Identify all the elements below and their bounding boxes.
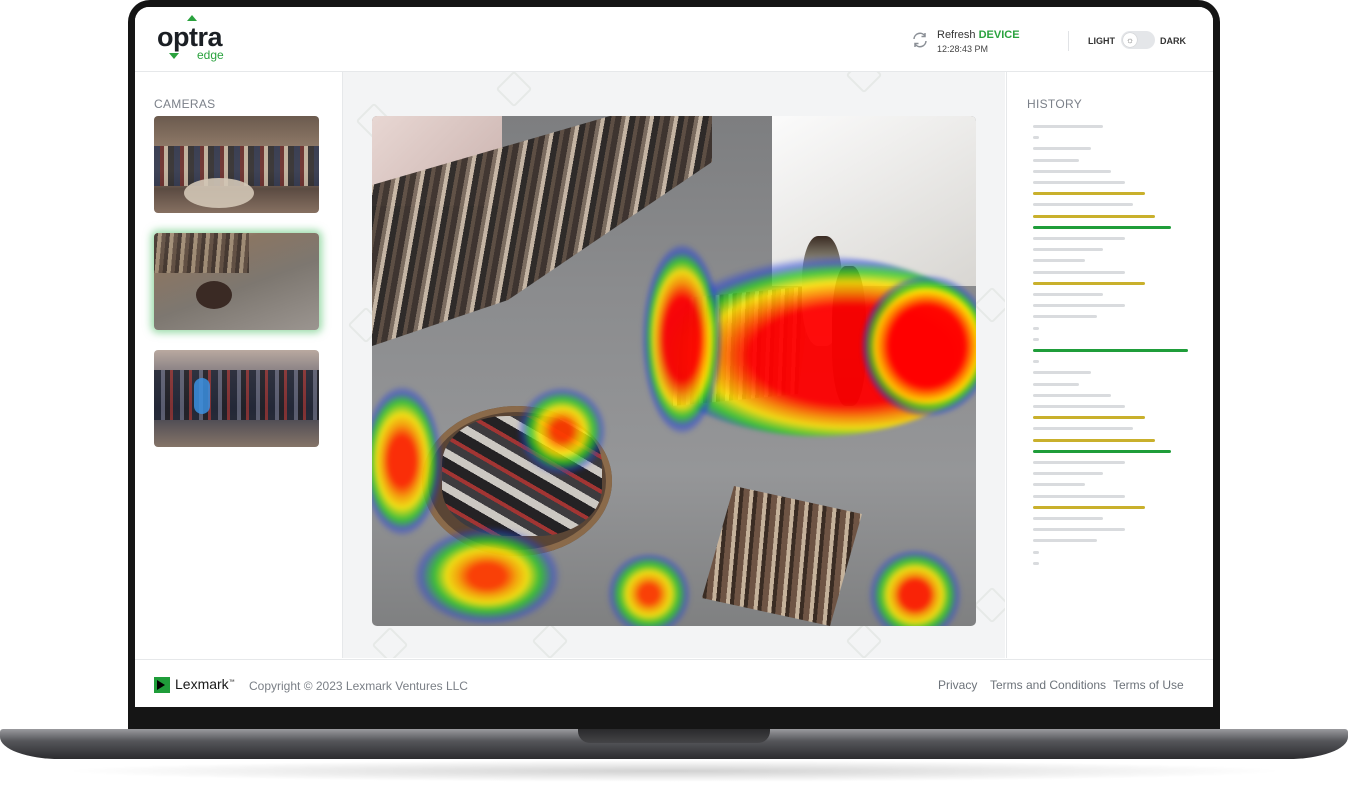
theme-dark-label: DARK <box>1160 36 1186 46</box>
heatmap-zone <box>642 244 722 434</box>
history-entry[interactable] <box>1033 349 1188 352</box>
history-entry[interactable] <box>1033 539 1097 543</box>
terms-of-use-link[interactable]: Terms of Use <box>1113 678 1184 692</box>
history-entry[interactable] <box>1033 203 1133 207</box>
privacy-link[interactable]: Privacy <box>938 678 977 692</box>
history-entry[interactable] <box>1033 416 1145 420</box>
history-entry[interactable] <box>1033 147 1091 151</box>
history-entry[interactable] <box>1033 393 1111 397</box>
history-entry[interactable] <box>1033 483 1085 487</box>
refresh-device-label: DEVICE <box>978 29 1020 41</box>
history-entry[interactable] <box>1033 360 1039 364</box>
lexmark-brand-text: Lexmark <box>175 676 229 692</box>
history-entry[interactable] <box>1033 136 1039 140</box>
main-view <box>343 72 1005 658</box>
heatmap-zone <box>517 386 607 476</box>
logo-down-arrow-icon <box>169 53 179 59</box>
history-entry[interactable] <box>1033 293 1103 296</box>
history-entry[interactable] <box>1033 371 1091 375</box>
history-entry[interactable] <box>1033 248 1103 252</box>
history-entry[interactable] <box>1033 192 1145 196</box>
history-entry[interactable] <box>1033 169 1111 173</box>
history-entry[interactable] <box>1033 304 1125 308</box>
app-header: optra edge Refresh DEVICE 12:28:43 PM LI… <box>135 7 1213 72</box>
cameras-sidebar: CAMERAS <box>135 72 343 658</box>
history-entry[interactable] <box>1033 550 1039 554</box>
history-entry[interactable] <box>1033 427 1133 431</box>
lexmark-logo-icon <box>154 677 170 693</box>
laptop-shadow <box>60 760 1288 782</box>
history-entry[interactable] <box>1033 494 1125 498</box>
heatmap-zone <box>865 550 965 626</box>
hex-decoration <box>973 586 1005 624</box>
history-entry[interactable] <box>1033 472 1103 476</box>
history-entry[interactable] <box>1033 449 1171 453</box>
theme-toggle[interactable]: ☼ <box>1121 31 1155 49</box>
history-entry[interactable] <box>1033 337 1039 341</box>
laptop-notch <box>578 729 770 743</box>
heatmap-zone <box>412 526 562 626</box>
camera-thumbnail-1[interactable] <box>154 116 319 213</box>
history-entry[interactable] <box>1033 326 1039 330</box>
clothing-rack-bottom <box>702 486 862 626</box>
trademark-mark: ™ <box>228 679 235 686</box>
history-sidebar: HISTORY <box>1006 72 1213 658</box>
history-entry[interactable] <box>1033 181 1125 184</box>
hex-decoration <box>495 72 533 108</box>
logo-sub-text: edge <box>197 48 224 62</box>
history-entry[interactable] <box>1033 125 1103 128</box>
cameras-title: CAMERAS <box>154 97 216 111</box>
header-divider <box>1068 31 1069 51</box>
hex-decoration <box>531 622 569 658</box>
history-entry[interactable] <box>1033 315 1097 319</box>
history-entry[interactable] <box>1033 561 1039 565</box>
sun-icon: ☼ <box>1123 33 1137 47</box>
history-entry[interactable] <box>1033 382 1079 386</box>
logo-up-arrow-icon <box>187 15 197 21</box>
copyright-text: Copyright © 2023 Lexmark Ventures LLC <box>249 679 468 693</box>
history-entry[interactable] <box>1033 438 1155 442</box>
optra-edge-logo[interactable]: optra edge <box>157 15 237 63</box>
history-entry[interactable] <box>1033 270 1125 274</box>
history-entry[interactable] <box>1033 281 1145 285</box>
camera-heatmap-view[interactable] <box>372 116 976 626</box>
refresh-icon <box>913 32 927 48</box>
history-entry[interactable] <box>1033 259 1085 263</box>
theme-light-label: LIGHT <box>1088 36 1115 46</box>
history-entry[interactable] <box>1033 214 1155 218</box>
history-entry[interactable] <box>1033 517 1103 520</box>
camera-thumbnail-2-selected[interactable] <box>154 233 319 330</box>
history-entry[interactable] <box>1033 461 1125 464</box>
terms-and-conditions-link[interactable]: Terms and Conditions <box>990 678 1106 692</box>
app-footer: Lexmark™ Copyright © 2023 Lexmark Ventur… <box>135 659 1213 707</box>
hex-decoration <box>973 286 1005 324</box>
history-entry[interactable] <box>1033 237 1125 240</box>
refresh-timestamp: 12:28:43 PM <box>937 44 989 54</box>
history-entry[interactable] <box>1033 405 1125 408</box>
history-entry[interactable] <box>1033 158 1079 162</box>
refresh-label: Refresh <box>937 29 976 41</box>
history-entry[interactable] <box>1033 528 1125 532</box>
app-screen: optra edge Refresh DEVICE 12:28:43 PM LI… <box>135 7 1213 707</box>
history-entry[interactable] <box>1033 505 1145 509</box>
hex-decoration <box>845 72 883 94</box>
lexmark-brand: Lexmark™ <box>175 676 235 692</box>
camera-thumbnail-3[interactable] <box>154 350 319 447</box>
history-entry[interactable] <box>1033 225 1171 229</box>
heatmap-zone <box>604 554 694 626</box>
refresh-title: Refresh DEVICE <box>937 29 1020 41</box>
history-title: HISTORY <box>1027 97 1083 111</box>
hex-decoration <box>845 622 883 658</box>
hex-decoration <box>371 626 409 658</box>
